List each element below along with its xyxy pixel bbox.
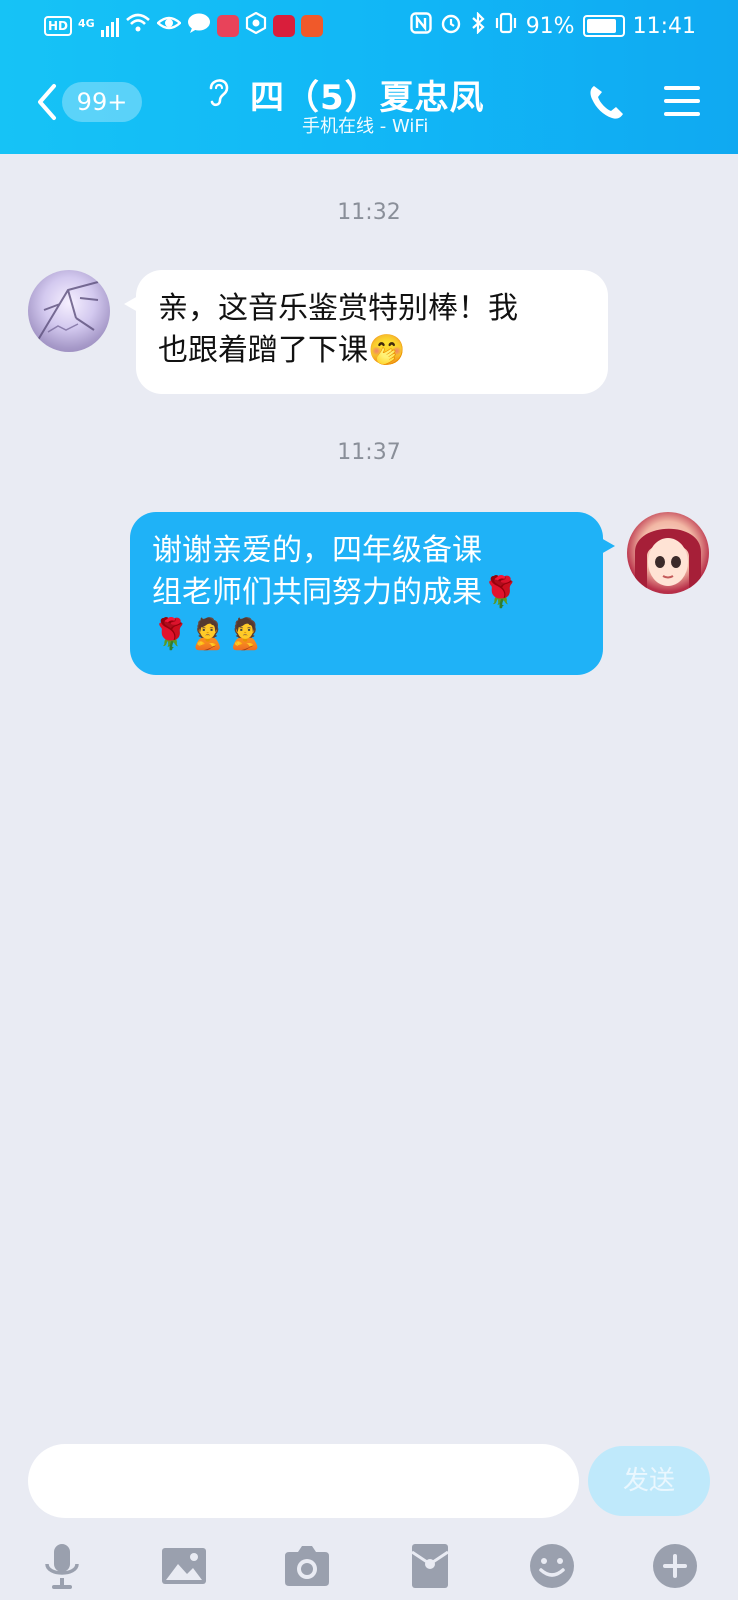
app-icon-heart xyxy=(272,15,295,37)
back-arrow-icon[interactable] xyxy=(34,82,58,122)
bottom-toolbar xyxy=(0,1530,738,1600)
message-icon xyxy=(187,12,211,40)
eye-icon xyxy=(155,12,182,40)
chat-header: HD 4G 91% 11:41 99+ 四（5）夏忠凤 手机在线 - WiFi xyxy=(0,0,738,154)
clock: 11:41 xyxy=(632,13,696,39)
battery-percent: 91% xyxy=(525,13,575,39)
contact-avatar[interactable] xyxy=(28,270,110,352)
online-status: 手机在线 - WiFi xyxy=(302,116,429,137)
ear-icon xyxy=(209,79,229,107)
status-right: 91% 11:41 xyxy=(409,11,696,40)
vibrate-icon xyxy=(494,12,518,40)
plus-icon[interactable] xyxy=(651,1542,699,1590)
red-envelope-icon[interactable] xyxy=(406,1542,454,1590)
image-icon[interactable] xyxy=(160,1542,208,1590)
menu-icon[interactable] xyxy=(664,84,700,118)
app-icon-red xyxy=(216,15,239,37)
outgoing-message-text: 谢谢亲爱的，四年级备课 组老师们共同努力的成果🌹 🌹🙎🙎 xyxy=(152,533,520,652)
message-time-2: 11:37 xyxy=(337,440,401,465)
unread-badge[interactable]: 99+ xyxy=(62,82,142,122)
nfc-icon xyxy=(409,12,432,40)
alarm-icon xyxy=(440,12,462,40)
message-time-1: 11:32 xyxy=(337,200,401,225)
outgoing-message-bubble[interactable]: 谢谢亲爱的，四年级备课 组老师们共同努力的成果🌹 🌹🙎🙎 xyxy=(130,512,615,675)
shield-app-icon xyxy=(245,11,267,40)
incoming-message-bubble[interactable]: 亲，这音乐鉴赏特别棒！我 也跟着蹭了下课🤭 xyxy=(124,270,608,394)
send-button[interactable]: 发送 xyxy=(588,1446,710,1516)
signal-icon xyxy=(100,15,119,37)
status-bar: HD 4G 91% 11:41 xyxy=(0,0,738,54)
hd-icon: HD xyxy=(44,16,73,36)
emoji-icon[interactable] xyxy=(528,1542,576,1590)
camera-icon[interactable] xyxy=(283,1542,331,1590)
message-input[interactable] xyxy=(28,1444,579,1518)
my-avatar[interactable] xyxy=(627,512,709,594)
bluetooth-icon xyxy=(470,11,486,40)
phone-icon[interactable] xyxy=(586,82,626,122)
app-icon-orange xyxy=(300,15,323,37)
status-left: HD 4G xyxy=(44,11,323,40)
wifi-icon xyxy=(125,12,151,40)
network-label: 4G xyxy=(78,16,95,30)
battery-icon xyxy=(582,15,625,37)
microphone-icon[interactable] xyxy=(38,1542,86,1590)
incoming-message-text: 亲，这音乐鉴赏特别棒！我 也跟着蹭了下课🤭 xyxy=(158,291,518,368)
